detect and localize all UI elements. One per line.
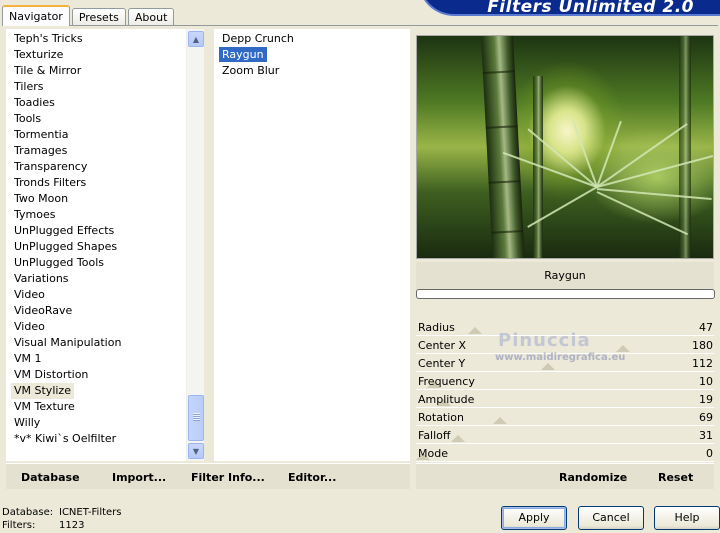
cancel-button[interactable]: Cancel bbox=[578, 506, 644, 530]
parameter-name: Amplitude bbox=[418, 393, 475, 406]
filters-value: 1123 bbox=[59, 520, 85, 531]
database-label: Database: bbox=[2, 507, 54, 518]
reset-button[interactable]: Reset bbox=[658, 471, 693, 484]
category-item[interactable]: Tilers bbox=[6, 79, 121, 95]
parameter-name: Frequency bbox=[418, 375, 475, 388]
randomize-button[interactable]: Randomize bbox=[559, 471, 627, 484]
category-item[interactable]: VM Texture bbox=[6, 399, 121, 415]
parameter-slider[interactable]: Frequency 10 bbox=[416, 373, 716, 391]
slider-marker[interactable] bbox=[541, 363, 555, 370]
category-item[interactable]: Tile & Mirror bbox=[6, 63, 121, 79]
filter-item-label: Raygun bbox=[219, 47, 267, 62]
category-item[interactable]: Teph's Tricks bbox=[6, 31, 121, 47]
category-item[interactable]: UnPlugged Tools bbox=[6, 255, 121, 271]
category-item[interactable]: Visual Manipulation bbox=[6, 335, 121, 351]
tab-about[interactable]: About bbox=[127, 8, 175, 26]
category-item[interactable]: VM Distortion bbox=[6, 367, 121, 383]
status-info: Database: ICNET-Filters Filters: 1123 bbox=[2, 506, 122, 532]
category-item[interactable]: VM 1 bbox=[6, 351, 121, 367]
tab-strip: Navigator Presets About bbox=[2, 4, 176, 26]
preview-filter-name: Raygun bbox=[544, 269, 586, 282]
parameter-value: 31 bbox=[699, 429, 713, 442]
category-item[interactable]: Tramages bbox=[6, 143, 121, 159]
parameter-value: 47 bbox=[699, 321, 713, 334]
scroll-thumb[interactable] bbox=[188, 395, 204, 441]
slider-marker[interactable] bbox=[493, 417, 507, 424]
database-button[interactable]: Database bbox=[21, 471, 80, 484]
category-item[interactable]: Transparency bbox=[6, 159, 121, 175]
watermark-name: Pinuccia bbox=[498, 330, 591, 351]
banner-title: Filters Unlimited 2.0 bbox=[487, 0, 694, 17]
category-item[interactable]: Tronds Filters bbox=[6, 175, 121, 191]
parameter-name: Radius bbox=[418, 321, 455, 334]
parameter-value: 0 bbox=[706, 447, 713, 460]
category-item[interactable]: Video bbox=[6, 319, 121, 335]
category-item[interactable]: Texturize bbox=[6, 47, 121, 63]
parameter-value: 69 bbox=[699, 411, 713, 424]
category-item[interactable]: Variations bbox=[6, 271, 121, 287]
scroll-up-button[interactable]: ▲ bbox=[188, 31, 204, 47]
tab-panel-border bbox=[2, 25, 718, 26]
category-item[interactable]: VM Stylize bbox=[11, 383, 74, 399]
parameter-name: Center X bbox=[418, 339, 467, 352]
navigator-toolbar: Database Import... Filter Info... Editor… bbox=[6, 463, 410, 489]
scroll-down-button[interactable]: ▼ bbox=[188, 443, 204, 459]
parameter-name: Center Y bbox=[418, 357, 466, 370]
parameter-value: 19 bbox=[699, 393, 713, 406]
parameter-value: 10 bbox=[699, 375, 713, 388]
tab-navigator[interactable]: Navigator bbox=[2, 5, 70, 26]
category-item[interactable]: UnPlugged Effects bbox=[6, 223, 121, 239]
slider-marker[interactable] bbox=[616, 345, 630, 352]
parameter-slider[interactable]: Falloff 31 bbox=[416, 427, 716, 445]
category-items: Teph's Tricks Texturize Tile & Mirror Tiler… bbox=[6, 31, 121, 447]
parameter-name: Rotation bbox=[418, 411, 465, 424]
parameter-value: 180 bbox=[692, 339, 713, 352]
filter-item[interactable]: Depp Crunch bbox=[214, 31, 294, 47]
parameter-slider[interactable]: Mode 0 bbox=[416, 445, 716, 463]
category-item[interactable]: Toadies bbox=[6, 95, 121, 111]
filter-item[interactable]: Raygun bbox=[214, 47, 294, 63]
category-scrollbar[interactable]: ▲ ▼ bbox=[186, 29, 204, 461]
category-list[interactable]: Teph's Tricks Texturize Tile & Mirror Tiler… bbox=[6, 29, 204, 461]
category-item[interactable]: *v* Kiwi`s Oelfilter bbox=[6, 431, 121, 447]
slider-marker[interactable] bbox=[451, 435, 465, 442]
watermark-url: www.maidiregrafica.eu bbox=[495, 352, 626, 363]
preview-image bbox=[416, 35, 714, 259]
slider-marker[interactable] bbox=[468, 327, 482, 334]
category-item[interactable]: Willy bbox=[6, 415, 121, 431]
help-button[interactable]: Help bbox=[654, 506, 720, 530]
filter-items: Depp Crunch Raygun Zoom Blur bbox=[214, 31, 294, 79]
tab-presets[interactable]: Presets bbox=[71, 8, 126, 26]
category-item[interactable]: VideoRave bbox=[6, 303, 121, 319]
title-banner: Filters Unlimited 2.0 bbox=[418, 0, 720, 17]
editor-button[interactable]: Editor... bbox=[288, 471, 336, 484]
category-item[interactable]: Video bbox=[6, 287, 121, 303]
parameter-toolbar: Randomize Reset bbox=[416, 463, 714, 489]
preview-caption-area: Raygun bbox=[416, 262, 714, 292]
palm-trunk-right bbox=[679, 36, 691, 258]
category-item[interactable]: Tormentia bbox=[6, 127, 121, 143]
parameter-value: 112 bbox=[692, 357, 713, 370]
apply-button[interactable]: Apply bbox=[501, 506, 567, 530]
parameter-name: Mode bbox=[418, 447, 448, 460]
parameter-name: Falloff bbox=[418, 429, 451, 442]
filter-item-label: Depp Crunch bbox=[222, 32, 294, 45]
palm-trunk-left bbox=[480, 36, 526, 258]
database-value: ICNET-Filters bbox=[59, 507, 122, 518]
import-button[interactable]: Import... bbox=[112, 471, 166, 484]
progress-bar bbox=[416, 289, 715, 299]
category-item[interactable]: Two Moon bbox=[6, 191, 121, 207]
slider-track[interactable] bbox=[416, 446, 714, 462]
parameter-slider[interactable]: Rotation 69 bbox=[416, 409, 716, 427]
category-item[interactable]: UnPlugged Shapes bbox=[6, 239, 121, 255]
filter-item-label: Zoom Blur bbox=[222, 64, 280, 77]
category-item[interactable]: Tools bbox=[6, 111, 121, 127]
filters-label: Filters: bbox=[2, 520, 36, 531]
filter-info-button[interactable]: Filter Info... bbox=[191, 471, 265, 484]
filter-list[interactable]: Depp Crunch Raygun Zoom Blur bbox=[214, 29, 410, 461]
parameter-slider[interactable]: Amplitude 19 bbox=[416, 391, 716, 409]
category-item[interactable]: Tymoes bbox=[6, 207, 121, 223]
filter-item[interactable]: Zoom Blur bbox=[214, 63, 294, 79]
